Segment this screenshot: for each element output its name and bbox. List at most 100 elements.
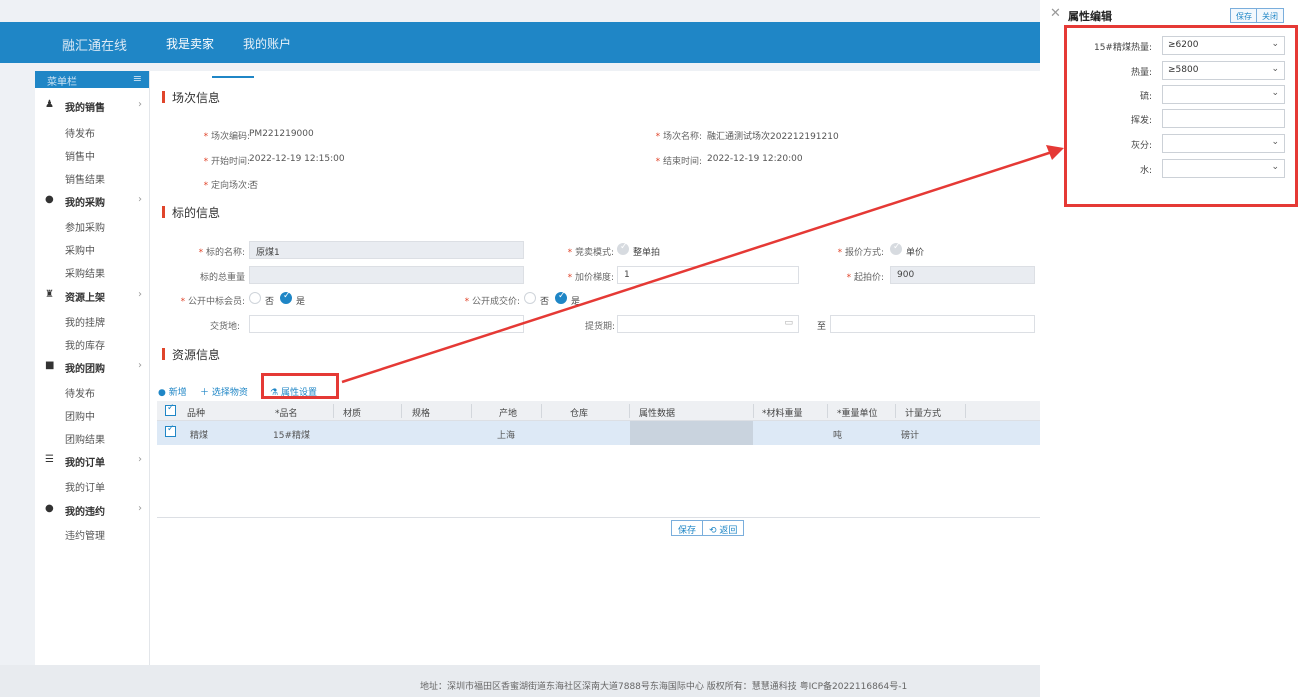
public-price-no-radio[interactable] xyxy=(524,292,536,304)
target-name-input[interactable]: 原煤1 xyxy=(249,241,524,259)
menu-header-label: 菜单栏 xyxy=(47,77,77,88)
cell-attr-data[interactable] xyxy=(630,421,753,445)
sidebar-group-label: 我的销售 xyxy=(65,103,105,114)
range-to: 至 xyxy=(817,322,827,332)
menu-toggle-icon[interactable]: ≡ xyxy=(133,72,142,85)
sidebar-item-inventory[interactable]: 我的库存 xyxy=(65,337,105,352)
attribute-editor-panel: ✕ 属性编辑 保存 关闭 15#精煤热量: ≥6200 ⌄ 热量: ≥5800 … xyxy=(1040,0,1298,697)
label-text: 加价梯度: xyxy=(574,273,614,283)
sidebar-group-sales[interactable]: ♟ 我的销售 › xyxy=(35,95,150,115)
mode-radio xyxy=(617,242,629,255)
column-separator xyxy=(333,404,334,418)
quote-radio xyxy=(890,242,902,255)
public-winner-yes-radio[interactable] xyxy=(280,291,292,304)
public-winner-no-label: 否 xyxy=(265,297,275,307)
label-text: 场次编码: xyxy=(210,132,250,142)
select-all-checkbox[interactable] xyxy=(165,403,176,416)
col-material: 材质 xyxy=(343,409,362,419)
start-price-input[interactable]: 900 xyxy=(890,266,1035,284)
column-separator xyxy=(541,404,542,418)
sidebar-item-on-sale[interactable]: 销售中 xyxy=(65,148,95,163)
label-text: 标的名称: xyxy=(205,248,245,258)
close-icon[interactable]: ✕ xyxy=(1050,6,1061,21)
sidebar-item-join-purchase[interactable]: 参加采购 xyxy=(65,219,105,234)
main-panel: 场次信息 * 场次编码: PM221219000 * 场次名称: 融汇通测试场次… xyxy=(150,71,1040,665)
back-label: 返回 xyxy=(719,526,738,536)
sidebar-item-listing[interactable]: 我的挂牌 xyxy=(65,314,105,329)
sidebar-item-sales-pending[interactable]: 待发布 xyxy=(65,125,95,140)
sidebar-group-resource[interactable]: ♜ 资源上架 › xyxy=(35,285,150,305)
calendar-icon[interactable]: ▭ xyxy=(784,318,793,328)
column-separator xyxy=(401,404,402,418)
session-name-value: 融汇通测试场次202212191210 xyxy=(707,132,839,142)
pickup-start-input[interactable]: ▭ xyxy=(617,315,799,333)
row-checkbox[interactable] xyxy=(165,424,176,437)
pickup-end-input[interactable] xyxy=(830,315,1035,333)
sidebar-item-breach-mgmt[interactable]: 违约管理 xyxy=(65,527,105,542)
col-weight: *材料重量 xyxy=(762,409,803,419)
sidebar-group-label: 资源上架 xyxy=(65,293,105,304)
add-button[interactable]: ● 新增 xyxy=(158,385,187,398)
sidebar-group-purchase[interactable]: ● 我的采购 › xyxy=(35,190,150,210)
label-text: 开始时间: xyxy=(210,157,250,167)
public-price-no-label: 否 xyxy=(540,297,550,307)
select-material-label: 选择物资 xyxy=(211,388,248,398)
sidebar-item-purchasing[interactable]: 采购中 xyxy=(65,242,95,257)
table-header: 品种 *品名 材质 规格 产地 仓库 属性数据 *材料重量 *重量单位 计量方式 xyxy=(157,401,1040,421)
resource-table: 品种 *品名 材质 规格 产地 仓库 属性数据 *材料重量 *重量单位 计量方式… xyxy=(157,401,1040,518)
chevron-right-icon: › xyxy=(138,360,142,371)
tab-indicator xyxy=(212,76,254,78)
sidebar-group-label: 我的采购 xyxy=(65,198,105,209)
save-button[interactable]: 保存 xyxy=(671,520,704,536)
chevron-right-icon: › xyxy=(138,289,142,300)
total-weight-input[interactable] xyxy=(249,266,524,284)
undo-icon: ⟲ xyxy=(709,526,717,536)
cell-variety: 精煤 xyxy=(190,431,209,441)
panel-close-button[interactable]: 关闭 xyxy=(1256,8,1284,23)
session-name-label: * 场次名称: xyxy=(655,132,702,142)
footer-text: 地址：深圳市福田区香蜜湖街道东海社区深南大道7888号东海国际中心 版权所有：慧… xyxy=(420,682,908,692)
select-material-button[interactable]: ＋ 选择物资 xyxy=(200,385,248,398)
sidebar-item-sales-result[interactable]: 销售结果 xyxy=(65,171,105,186)
section-title-session: 场次信息 xyxy=(162,89,220,106)
chevron-right-icon: › xyxy=(138,454,142,465)
section-title-target: 标的信息 xyxy=(162,204,220,221)
label-text: 结束时间: xyxy=(662,157,702,167)
sidebar-item-groupbuy-result[interactable]: 团购结果 xyxy=(65,431,105,446)
end-time-label: * 结束时间: xyxy=(655,157,702,167)
step-input[interactable]: 1 xyxy=(617,266,799,284)
pickup-label: 提货期: xyxy=(584,322,615,332)
delivery-input[interactable] xyxy=(249,315,524,333)
sidebar-group-label: 我的订单 xyxy=(65,458,105,469)
group-icon: ■ xyxy=(45,360,55,371)
public-price-yes-radio[interactable] xyxy=(555,291,567,304)
sidebar-item-my-orders[interactable]: 我的订单 xyxy=(65,479,105,494)
top-header: 融汇通在线 我是卖家 我的账户 xyxy=(0,22,1040,63)
back-button[interactable]: ⟲ 返回 xyxy=(702,520,745,536)
nav-account[interactable]: 我的账户 xyxy=(243,35,291,52)
label-text: 公开中标会员: xyxy=(187,297,245,307)
sidebar-item-purchase-result[interactable]: 采购结果 xyxy=(65,265,105,280)
panel-save-button[interactable]: 保存 xyxy=(1230,8,1258,23)
sidebar-group-groupbuy[interactable]: ■ 我的团购 › xyxy=(35,356,150,376)
directed-label: * 定向场次: xyxy=(203,181,250,191)
label-text: 起拍价: xyxy=(853,273,884,283)
sidebar-item-groupbuying[interactable]: 团购中 xyxy=(65,408,95,423)
table-row[interactable]: 精煤 15#精煤 上海 吨 磅计 xyxy=(157,421,1040,445)
sidebar-item-groupbuy-pending[interactable]: 待发布 xyxy=(65,385,95,400)
session-code-label: * 场次编码: xyxy=(203,132,250,142)
section-title-resource: 资源信息 xyxy=(162,346,220,363)
seller-icon: ♟ xyxy=(45,99,54,110)
panel-title: 属性编辑 xyxy=(1068,10,1112,23)
sidebar-group-breach[interactable]: ● 我的违约 › xyxy=(35,499,150,519)
start-time-label: * 开始时间: xyxy=(203,157,250,167)
col-unit: *重量单位 xyxy=(837,409,878,419)
total-weight-label: 标的总重量 xyxy=(199,273,245,283)
sidebar: 菜单栏 ≡ ♟ 我的销售 › 待发布 销售中 销售结果 ● 我的采购 › 参加采… xyxy=(35,71,150,665)
nav-seller[interactable]: 我是卖家 xyxy=(166,35,214,52)
col-variety: 品种 xyxy=(187,409,206,419)
cell-measure: 磅计 xyxy=(901,431,920,441)
public-winner-no-radio[interactable] xyxy=(249,292,261,304)
sidebar-group-orders[interactable]: ☰ 我的订单 › xyxy=(35,450,150,470)
column-separator xyxy=(753,404,754,418)
